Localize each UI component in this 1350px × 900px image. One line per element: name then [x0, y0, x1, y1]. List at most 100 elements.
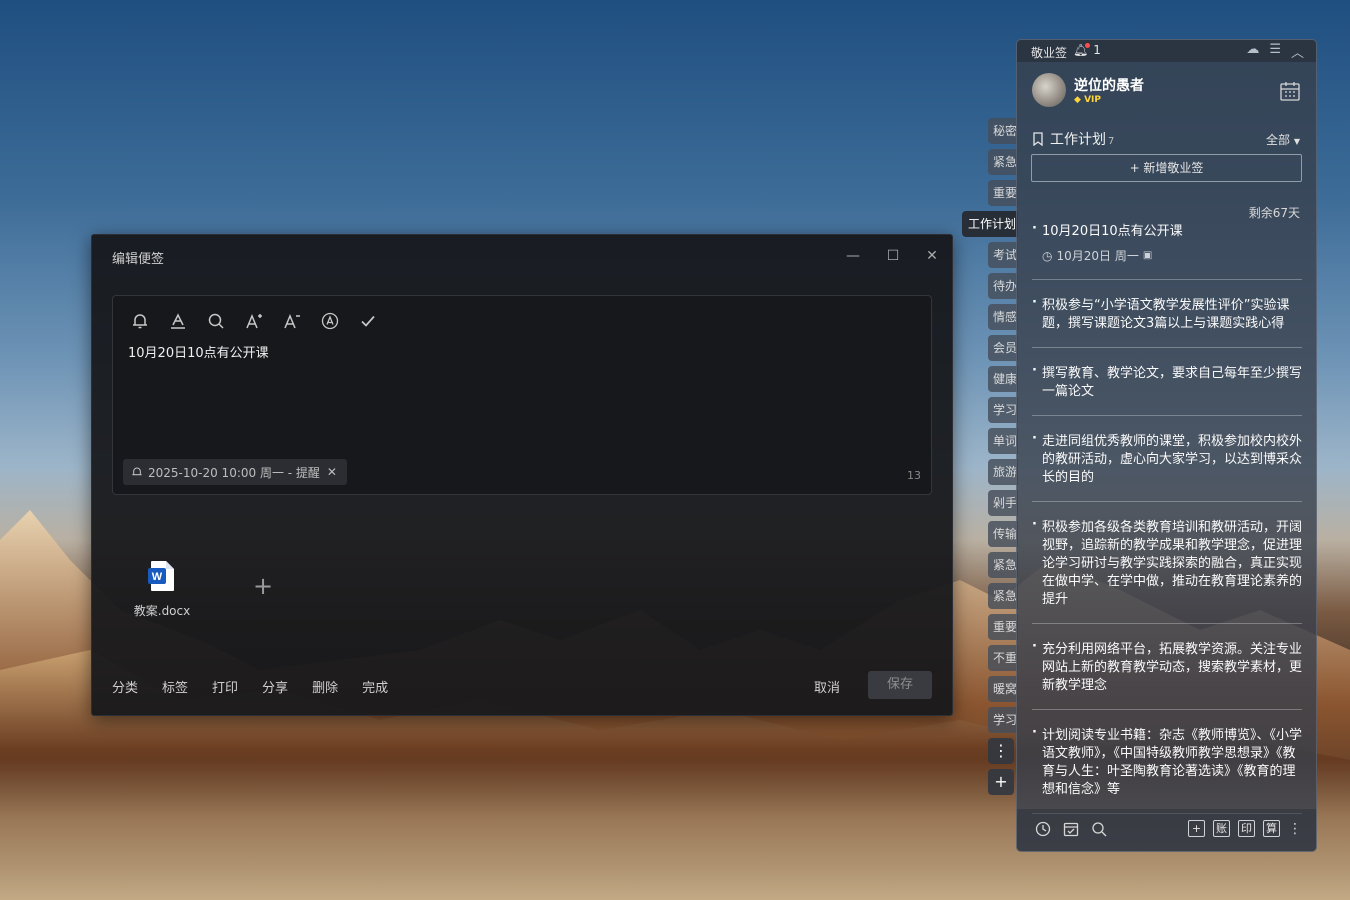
note-text: 计划阅读专业书籍：杂志《教师博览》、《小学语文教师》，《中国特级教师教学思想录》…: [1042, 728, 1303, 797]
clock-icon: ◷: [1042, 249, 1053, 263]
panel-top-icons: ☁ ☰ ︿: [1246, 42, 1304, 61]
add-tab-button[interactable]: +: [988, 769, 1014, 795]
note-meta: ◷ 10月20日 周一 ▣: [1042, 247, 1302, 265]
editor-footer: 分类 标签 打印 分享 删除 完成: [112, 677, 388, 696]
tab-shopping[interactable]: 剁手: [988, 490, 1018, 516]
save-button[interactable]: 保存: [868, 671, 932, 699]
edit-note-window: 编辑便签 — ☐ ✕ 10月20日10点有公开课 2025-10-20 10:0…: [91, 234, 953, 716]
tab-important[interactable]: 重要: [988, 180, 1018, 206]
list-item[interactable]: 充分利用网络平台，拓展教学资源。关注专业网站上新的教育教学动态，搜索教学素材，更…: [1032, 638, 1302, 710]
collapse-icon[interactable]: ︿: [1291, 42, 1304, 61]
remove-reminder-icon[interactable]: ✕: [327, 465, 337, 479]
history-clock-icon[interactable]: [1035, 821, 1051, 837]
more-tabs-button[interactable]: ⋮: [988, 738, 1014, 764]
add-attachment-button[interactable]: +: [252, 574, 274, 598]
text-color-icon[interactable]: [165, 308, 190, 333]
attachment-name: 教案.docx: [133, 604, 191, 618]
tab-travel[interactable]: 旅游: [988, 459, 1018, 485]
tab-words[interactable]: 单词: [988, 428, 1018, 454]
caret-down-icon: ▼: [1293, 137, 1300, 146]
category-count: 7: [1108, 135, 1115, 147]
category-name: 工作计划: [1050, 132, 1106, 148]
search-icon[interactable]: [1091, 821, 1107, 837]
sticky-note-panel: 敬业签 🔔︎ 1 ☁ ☰ ︿ 逆位的愚者 ◆ VIP 工作计划 7 全部 ▼ + …: [1016, 39, 1317, 852]
tab-health[interactable]: 健康: [988, 366, 1018, 392]
list-item[interactable]: 计划阅读专业书籍：杂志《教师博览》、《小学语文教师》，《中国特级教师教学思想录》…: [1032, 724, 1302, 814]
tab-warm[interactable]: 暖窝: [988, 676, 1018, 702]
tab-study-2[interactable]: 学习: [988, 707, 1018, 733]
list-item[interactable]: 走进同组优秀教师的课堂，积极参加校内校外的教研活动，虚心向大家学习，以达到博采众…: [1032, 430, 1302, 502]
list-item[interactable]: 积极参加各级各类教育培训和教研活动，开阔视野，追踪新的教学成果和教学理念，促进理…: [1032, 516, 1302, 624]
tab-urgent-3[interactable]: 紧急: [988, 583, 1018, 609]
search-icon[interactable]: [203, 308, 228, 333]
note-date: 10月20日 周一: [1056, 249, 1139, 263]
font-increase-icon[interactable]: [241, 308, 266, 333]
list-item[interactable]: 撰写教育、教学论文，要求自己每年至少撰写一篇论文: [1032, 362, 1302, 416]
list-item[interactable]: 积极参与“小学语文教学发展性评价”实验课题，撰写课题论文3篇以上与课题实践心得: [1032, 294, 1302, 348]
share-button[interactable]: 分享: [262, 677, 288, 696]
notification-button[interactable]: 🔔︎ 1: [1073, 43, 1101, 57]
tab-urgent-2[interactable]: 紧急: [988, 552, 1018, 578]
category-button[interactable]: 分类: [112, 677, 138, 696]
note-content[interactable]: 10月20日10点有公开课: [128, 342, 269, 361]
calendar-icon[interactable]: [1279, 80, 1301, 102]
tab-study[interactable]: 学习: [988, 397, 1018, 423]
attachment-item[interactable]: W 教案.docx: [132, 560, 192, 619]
checkmark-icon[interactable]: [355, 308, 380, 333]
font-decrease-icon[interactable]: [279, 308, 304, 333]
note-text: 积极参加各级各类教育培训和教研活动，开阔视野，追踪新的教学成果和教学理念，促进理…: [1042, 520, 1303, 607]
reminder-chip[interactable]: 2025-10-20 10:00 周一 - 提醒 ✕: [123, 459, 347, 485]
tab-member[interactable]: 会员: [988, 335, 1018, 361]
lock-icon: ▣: [1142, 250, 1153, 261]
tab-urgent[interactable]: 紧急: [988, 149, 1018, 175]
bell-icon: [132, 467, 142, 476]
character-count: 13: [907, 469, 921, 482]
tab-work-plan[interactable]: 工作计划: [962, 211, 1018, 237]
svg-text:W: W: [152, 571, 163, 583]
menu-icon[interactable]: ☰: [1269, 42, 1281, 61]
user-name[interactable]: 逆位的愚者: [1074, 75, 1144, 95]
close-button[interactable]: ✕: [921, 245, 943, 267]
bookmark-icon: [1033, 132, 1043, 146]
avatar[interactable]: [1032, 73, 1066, 107]
note-editor: 10月20日10点有公开课 2025-10-20 10:00 周一 - 提醒 ✕…: [112, 295, 932, 495]
note-list: 10月20日10点有公开课 ◷ 10月20日 周一 ▣ 积极参与“小学语文教学发…: [1032, 220, 1302, 828]
text-style-icon[interactable]: [317, 308, 342, 333]
tab-emotion[interactable]: 情感: [988, 304, 1018, 330]
reminder-bell-icon[interactable]: [127, 308, 152, 333]
more-options-icon[interactable]: ⋮: [1288, 821, 1302, 837]
cancel-button[interactable]: 取消: [814, 677, 840, 696]
tab-not-important[interactable]: 不重: [988, 645, 1018, 671]
notification-dot: [1085, 43, 1091, 48]
diamond-icon: ◆: [1074, 95, 1081, 105]
category-header[interactable]: 工作计划 7: [1032, 129, 1114, 149]
complete-button[interactable]: 完成: [362, 677, 388, 696]
cloud-sync-icon[interactable]: ☁: [1246, 42, 1259, 61]
filter-dropdown[interactable]: 全部 ▼: [1266, 131, 1300, 148]
print-icon-button[interactable]: 印: [1238, 820, 1255, 837]
remaining-days: 剩余67天: [1248, 206, 1300, 220]
list-item[interactable]: 10月20日10点有公开课 ◷ 10月20日 周一 ▣: [1032, 220, 1302, 280]
app-name: 敬业签: [1031, 46, 1068, 60]
note-text: 走进同组优秀教师的课堂，积极参加校内校外的教研活动，虚心向大家学习，以达到博采众…: [1042, 434, 1303, 485]
calculator-button[interactable]: 算: [1263, 820, 1280, 837]
checklist-icon[interactable]: [1063, 821, 1079, 837]
add-icon[interactable]: +: [1188, 820, 1205, 837]
tab-exam[interactable]: 考试: [988, 242, 1018, 268]
note-text: 积极参与“小学语文教学发展性评价”实验课题，撰写课题论文3篇以上与课题实践心得: [1042, 298, 1290, 331]
minimize-button[interactable]: —: [842, 245, 864, 267]
new-note-button[interactable]: + 新增敬业签: [1031, 154, 1302, 182]
tab-secret[interactable]: 秘密: [988, 118, 1018, 144]
panel-footer: + 账 印 算 ⋮: [1017, 809, 1316, 851]
account-button[interactable]: 账: [1213, 820, 1230, 837]
tab-transfer[interactable]: 传输: [988, 521, 1018, 547]
print-button[interactable]: 打印: [212, 677, 238, 696]
tab-todo[interactable]: 待办: [988, 273, 1018, 299]
word-document-icon: W: [148, 560, 176, 592]
maximize-button[interactable]: ☐: [882, 245, 904, 267]
tab-important-2[interactable]: 重要: [988, 614, 1018, 640]
window-title: 编辑便签: [112, 252, 165, 267]
delete-button[interactable]: 删除: [312, 677, 338, 696]
tag-button[interactable]: 标签: [162, 677, 188, 696]
editor-toolbar: [127, 308, 380, 333]
